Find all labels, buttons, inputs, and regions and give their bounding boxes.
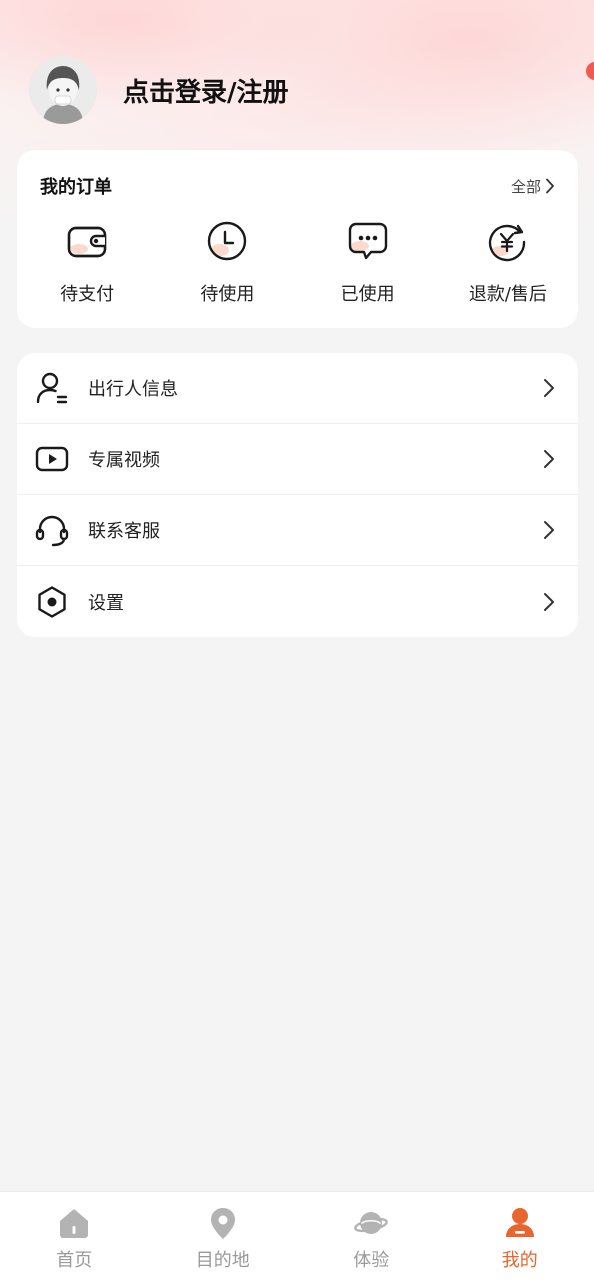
order-status-label: 已使用 [340, 284, 395, 305]
video-play-icon [35, 446, 69, 472]
order-status-used[interactable]: 已使用 [298, 220, 438, 306]
tab-label: 首页 [56, 1250, 93, 1271]
chat-bubble-icon [348, 222, 387, 260]
avatar-placeholder-icon [29, 56, 97, 124]
orders-status-grid: 待支付 待使用 已使用 退款/售后 [17, 220, 578, 306]
login-register-link[interactable]: 点击登录/注册 [123, 72, 289, 109]
chevron-right-icon [544, 379, 554, 397]
my-orders-card: 我的订单 全部 待支付 待使用 已使用 退款/售后 [17, 150, 578, 328]
service-menu-card: 出行人信息 专属视频 联系客服 设置 [17, 353, 578, 637]
orders-header: 我的订单 全部 [17, 150, 578, 222]
menu-item-settings[interactable]: 设置 [17, 566, 578, 637]
orders-title: 我的订单 [40, 177, 112, 198]
headset-icon [35, 515, 69, 547]
profile-login-area[interactable]: 点击登录/注册 [29, 56, 289, 124]
order-status-refund[interactable]: 退款/售后 [438, 220, 578, 306]
menu-item-customer-service[interactable]: 联系客服 [17, 495, 578, 566]
location-pin-icon [210, 1208, 235, 1239]
menu-icon-wrap [35, 371, 69, 405]
order-status-label: 退款/售后 [468, 284, 547, 305]
menu-item-exclusive-video[interactable]: 专属视频 [17, 424, 578, 495]
clock-icon [208, 221, 247, 261]
refund-yuan-icon [488, 224, 526, 262]
tab-home[interactable]: 首页 [0, 1192, 149, 1280]
tab-label: 体验 [353, 1250, 390, 1271]
menu-item-label: 设置 [88, 592, 124, 614]
home-icon [60, 1209, 89, 1238]
wallet-icon [67, 226, 107, 258]
planet-icon [354, 1212, 389, 1234]
tab-label: 我的 [501, 1250, 538, 1271]
settings-hexagon-icon [38, 585, 66, 618]
tab-mine[interactable]: 我的 [446, 1192, 594, 1280]
tab-experience[interactable]: 体验 [297, 1192, 446, 1280]
menu-item-label: 出行人信息 [88, 379, 178, 400]
menu-icon-wrap [35, 585, 69, 619]
orders-view-all-link[interactable]: 全部 [511, 176, 555, 197]
menu-icon-wrap [35, 513, 69, 547]
menu-item-traveler-info[interactable]: 出行人信息 [17, 353, 578, 424]
chevron-right-icon [544, 592, 554, 611]
order-status-to-use[interactable]: 待使用 [157, 220, 297, 306]
order-status-pending-payment[interactable]: 待支付 [17, 220, 157, 306]
chevron-right-icon [546, 178, 554, 194]
chevron-right-icon [544, 450, 554, 468]
bottom-tab-bar: 首页 目的地 体验 我的 [0, 1191, 594, 1280]
order-status-label: 待使用 [200, 284, 255, 305]
profile-icon [505, 1208, 534, 1237]
avatar[interactable] [29, 56, 97, 124]
tab-label: 目的地 [195, 1250, 250, 1271]
order-status-label: 待支付 [60, 284, 115, 305]
orders-view-all-label: 全部 [510, 177, 541, 196]
traveler-icon [36, 372, 68, 404]
tab-destination[interactable]: 目的地 [149, 1192, 298, 1280]
menu-item-label: 专属视频 [88, 450, 160, 471]
menu-icon-wrap [35, 442, 69, 476]
menu-item-label: 联系客服 [88, 521, 160, 542]
chevron-right-icon [544, 521, 554, 539]
